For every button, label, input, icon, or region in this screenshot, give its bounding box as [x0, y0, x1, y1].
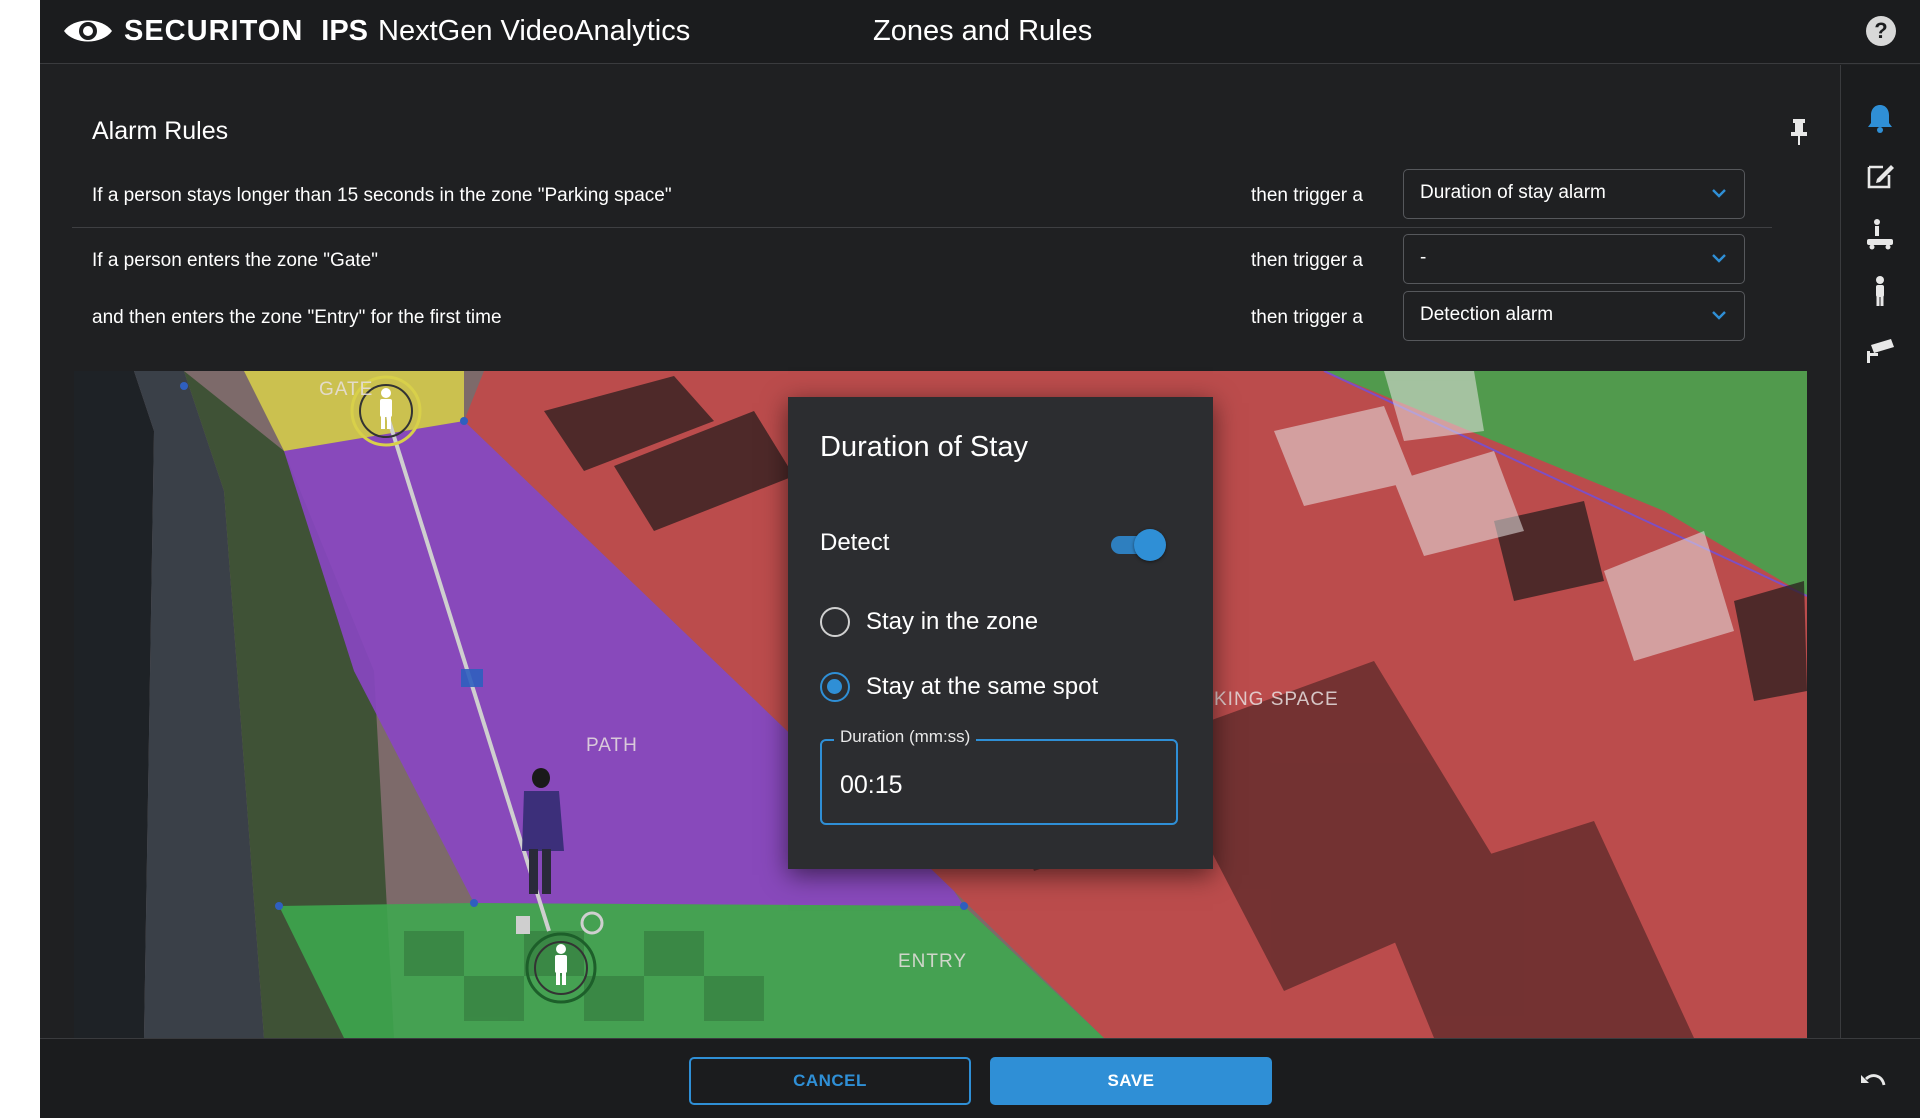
pin-icon[interactable] [1788, 117, 1810, 147]
undo-icon[interactable] [1858, 1069, 1888, 1093]
duration-of-stay-dialog: Duration of Stay Detect Stay in the zone… [788, 397, 1213, 869]
rule-trigger-text: then trigger a [1251, 250, 1363, 271]
option-stay-in-zone[interactable]: Stay in the zone [820, 607, 1038, 637]
page-title: Zones and Rules [873, 15, 1093, 47]
dialog-title: Duration of Stay [820, 431, 1028, 463]
alarm-rules-panel: Alarm Rules If a person stays longer tha… [40, 65, 1840, 370]
alarm-type-select[interactable]: - [1403, 234, 1745, 284]
chevron-down-icon [1712, 254, 1726, 263]
option-stay-same-spot[interactable]: Stay at the same spot [820, 672, 1098, 702]
zone-label-parking: KING SPACE [1214, 689, 1339, 710]
rule-divider [72, 227, 1772, 228]
chevron-down-icon [1712, 189, 1726, 198]
zone-label-gate: GATE [319, 379, 374, 400]
bell-icon[interactable] [1863, 101, 1897, 135]
radio-button-selected[interactable] [820, 672, 850, 702]
footer-bar: CANCEL SAVE [40, 1038, 1920, 1118]
toggle-knob [1134, 529, 1166, 561]
rule-text: If a person stays longer than 15 seconds… [92, 185, 672, 206]
brand-subtitle: NextGen VideoAnalytics [378, 14, 691, 47]
app-header: SECURITON IPS NextGen VideoAnalytics Zon… [40, 0, 1920, 64]
zone-label-entry: ENTRY [898, 951, 968, 972]
cancel-button[interactable]: CANCEL [689, 1057, 971, 1105]
chevron-down-icon [1712, 311, 1726, 320]
alarm-type-value: Duration of stay alarm [1420, 182, 1606, 203]
scene-object-icon[interactable] [1863, 217, 1897, 251]
alarm-type-value: Detection alarm [1420, 304, 1554, 325]
brand-product: IPS [321, 14, 369, 47]
detect-label: Detect [820, 529, 890, 556]
rule-text: and then enters the zone "Entry" for the… [92, 307, 502, 328]
app-window: SECURITON IPS NextGen VideoAnalytics Zon… [40, 0, 1920, 1118]
brand-logo: SECURITON IPS NextGen VideoAnalytics [62, 14, 690, 48]
right-toolbar [1840, 65, 1920, 1038]
duration-label: Duration (mm:ss) [834, 727, 977, 747]
rule-text: If a person enters the zone "Gate" [92, 250, 378, 271]
rule-trigger-text: then trigger a [1251, 307, 1363, 328]
detect-toggle[interactable] [1108, 529, 1166, 561]
alarm-type-select[interactable]: Detection alarm [1403, 291, 1745, 341]
option-label: Stay at the same spot [866, 673, 1099, 700]
zone-label-path: PATH [586, 735, 638, 756]
alarm-type-value: - [1420, 247, 1427, 268]
duration-field[interactable]: Duration (mm:ss) 00:15 [820, 727, 1178, 825]
duration-input[interactable]: 00:15 [840, 771, 903, 800]
camera-icon[interactable] [1863, 333, 1897, 367]
alarm-rules-title: Alarm Rules [92, 117, 229, 145]
radio-button[interactable] [820, 607, 850, 637]
alarm-type-select[interactable]: Duration of stay alarm [1403, 169, 1745, 219]
question-circle-icon[interactable]: ? [1866, 16, 1896, 46]
edit-icon[interactable] [1863, 159, 1897, 193]
option-label: Stay in the zone [866, 608, 1039, 635]
brand-name: SECURITON [124, 14, 304, 47]
eye-logo-icon [64, 20, 112, 42]
rule-trigger-text: then trigger a [1251, 185, 1363, 206]
person-icon[interactable] [1863, 275, 1897, 309]
save-button[interactable]: SAVE [990, 1057, 1272, 1105]
